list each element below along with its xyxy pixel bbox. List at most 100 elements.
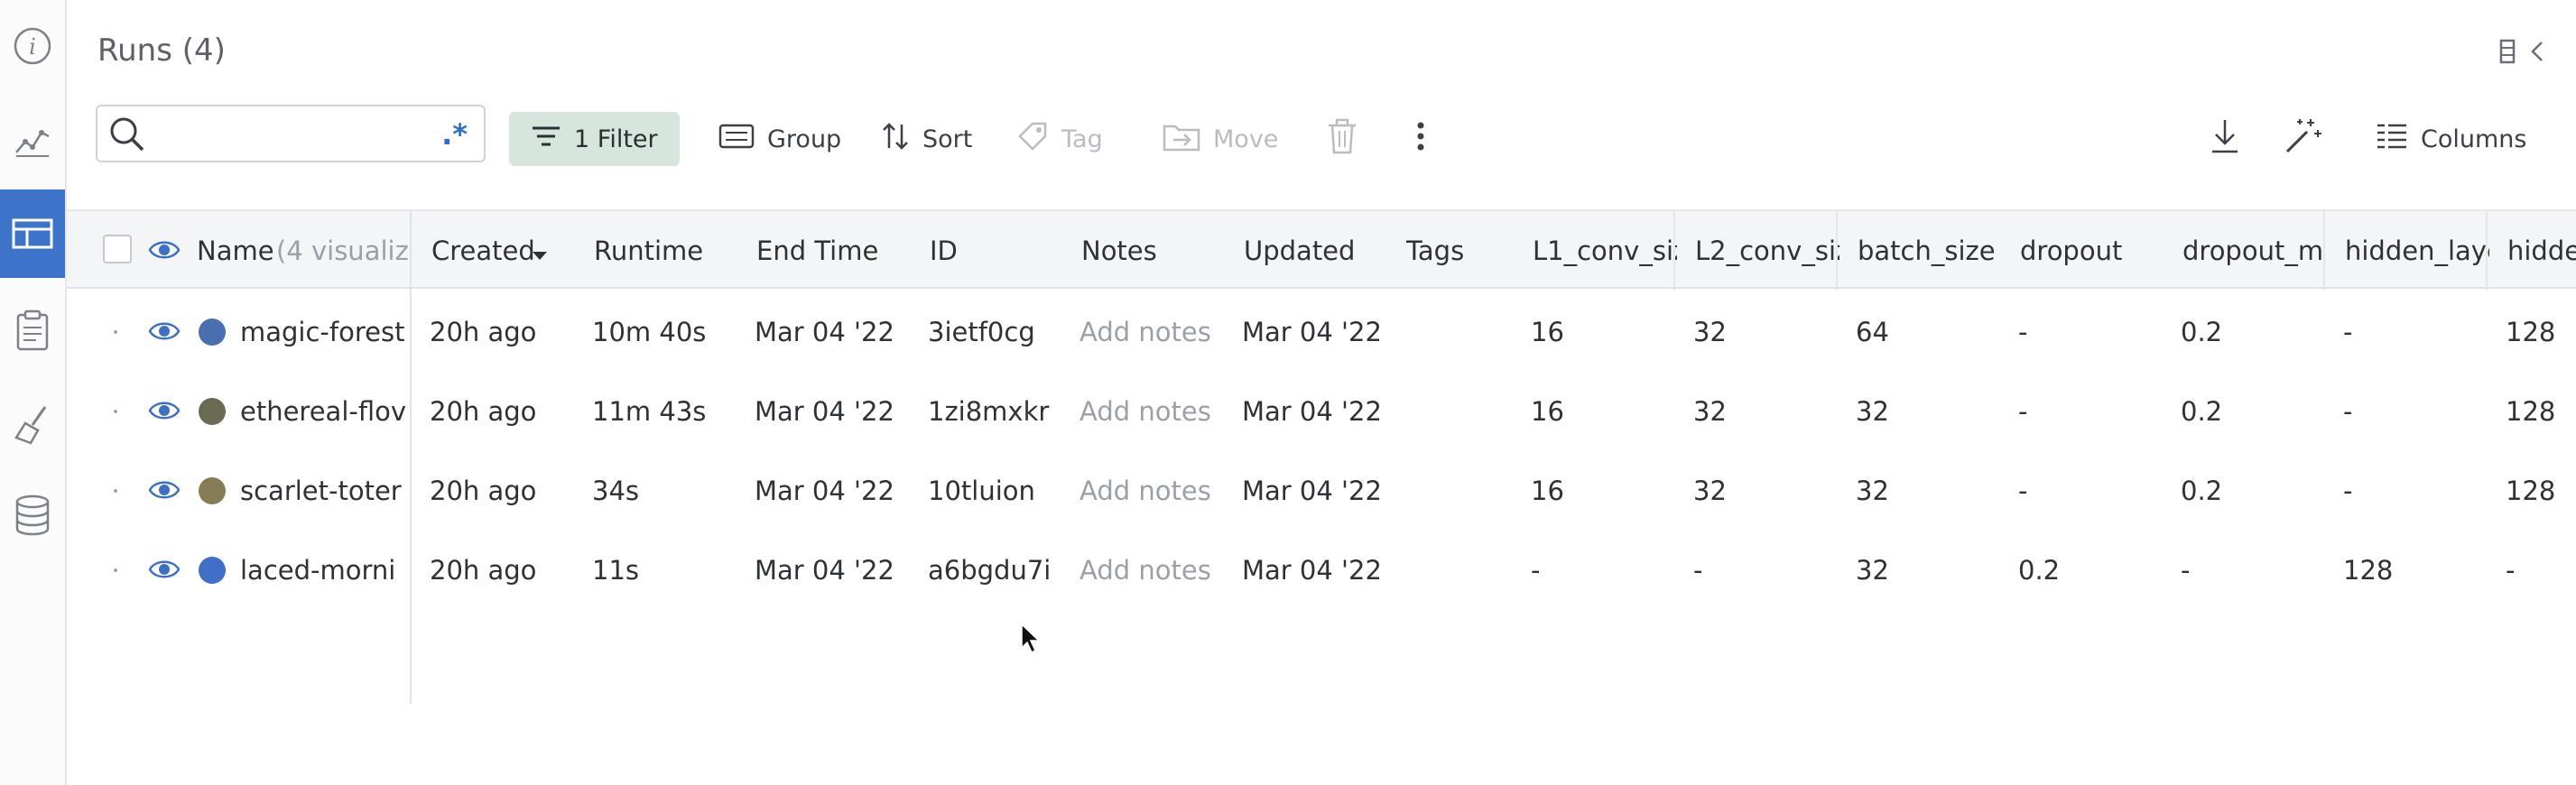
cell-end-time: Mar 04 '22 [755,555,894,586]
visibility-eye-icon[interactable] [148,476,181,507]
cell-l1-conv-size: 16 [1531,476,1564,506]
clipboard-icon[interactable] [0,287,65,375]
tag-button[interactable]: Tag [1016,112,1103,166]
search-icon [108,115,146,157]
cell-updated: Mar 04 '22 [1242,396,1382,427]
col-header-id[interactable]: ID [930,211,1020,291]
run-name[interactable]: magic-forest [240,292,408,372]
cell-notes[interactable]: Add notes [1080,372,1233,451]
cell-tags[interactable] [1404,531,1513,610]
cell-id: 1zi8mxkr [928,396,1050,427]
columns-button[interactable]: Columns [2376,112,2526,166]
columns-icon [2376,122,2408,157]
visibility-eye-icon[interactable] [148,236,181,267]
cell-id: 3ietf0cg [928,317,1035,347]
move-label: Move [1213,125,1279,153]
run-color-dot[interactable] [199,557,226,584]
table-row[interactable]: magic-forest 20h ago 10m 40s Mar 04 '22 … [67,292,2576,372]
cell-tags[interactable] [1404,292,1513,372]
select-all-checkbox[interactable] [103,235,132,263]
cell-hidden: 128 [2506,396,2556,427]
col-header-updated[interactable]: Updated [1244,211,1388,291]
cell-dropout-m: 0.2 [2181,476,2223,506]
cell-l1-conv-size: 16 [1531,317,1564,347]
run-color-dot[interactable] [199,477,226,504]
cell-dropout: 0.2 [2018,555,2061,586]
visibility-eye-icon[interactable] [148,397,181,428]
run-color-dot[interactable] [199,319,226,346]
left-rail: i [0,0,67,785]
database-icon[interactable] [0,471,65,559]
cell-tags[interactable] [1404,451,1513,531]
cell-l1-conv-size: 16 [1531,396,1564,427]
sort-label: Sort [922,125,973,153]
group-icon [718,123,755,156]
cell-hidden-layer: - [2343,396,2353,427]
col-header-notes[interactable]: Notes [1081,211,1208,291]
panel-layout-icon[interactable] [2498,38,2516,69]
cell-dropout-m: - [2181,555,2191,586]
visibility-eye-icon[interactable] [148,556,181,586]
cell-dropout: - [2018,476,2028,506]
sort-desc-caret-icon[interactable] [533,247,547,264]
collapse-chevron-icon[interactable] [2529,39,2545,68]
cell-l2-conv-size: - [1693,555,1703,586]
sweep-icon[interactable] [0,381,65,469]
tag-label: Tag [1061,125,1103,153]
search-input[interactable] [161,115,435,153]
page-title: Runs (4) [97,32,226,69]
cell-updated: Mar 04 '22 [1242,555,1382,586]
col-header-runtime[interactable]: Runtime [594,211,738,291]
run-color-dot[interactable] [199,398,226,425]
cell-l2-conv-size: 32 [1693,396,1727,427]
filter-button[interactable]: 1 Filter [509,112,680,166]
cell-l2-conv-size: 32 [1693,476,1727,506]
more-options-button[interactable] [1415,112,1426,166]
group-button[interactable]: Group [718,112,841,166]
col-header-dropout-m[interactable]: dropout_m [2182,211,2327,291]
col-header-hidden[interactable]: hidde [2507,211,2576,291]
table-icon[interactable] [0,189,65,278]
move-button[interactable]: Move [1163,112,1278,166]
cell-notes[interactable]: Add notes [1080,451,1233,531]
col-header-hidden-layer[interactable]: hidden_laye [2345,211,2489,291]
auto-visualize-button[interactable] [2284,112,2323,166]
cell-created: 20h ago [430,396,537,427]
col-header-end-time[interactable]: End Time [756,211,901,291]
move-icon [1163,121,1200,158]
col-header-batch-size[interactable]: batch_size [1858,211,2020,291]
col-header-tags[interactable]: Tags [1406,211,1515,291]
cell-runtime: 10m 40s [592,317,707,347]
col-header-created[interactable]: Created [431,211,543,291]
table-row[interactable]: laced-morni 20h ago 11s Mar 04 '22 a6bgd… [67,531,2576,610]
cell-l2-conv-size: 32 [1693,317,1727,347]
delete-button[interactable] [1327,112,1357,166]
run-name[interactable]: ethereal-flov [240,372,408,451]
run-name[interactable]: laced-morni [240,531,408,610]
visibility-eye-icon[interactable] [148,318,181,348]
cell-tags[interactable] [1404,372,1513,451]
cell-notes[interactable]: Add notes [1080,531,1233,610]
run-name[interactable]: scarlet-toter [240,451,408,531]
table-row[interactable]: scarlet-toter 20h ago 34s Mar 04 '22 10t… [67,451,2576,531]
col-header-dropout[interactable]: dropout [2020,211,2164,291]
cell-dropout-m: 0.2 [2181,317,2223,347]
table-row[interactable]: ethereal-flov 20h ago 11m 43s Mar 04 '22… [67,372,2576,451]
cell-hidden-layer: - [2343,317,2353,347]
chart-icon[interactable] [0,96,65,184]
cell-l1-conv-size: - [1531,555,1541,586]
search-box[interactable]: .* [96,105,486,162]
cell-runtime: 11m 43s [592,396,707,427]
col-header-l1-conv-size[interactable]: L1_conv_siz [1533,211,1677,291]
cell-hidden: 128 [2506,476,2556,506]
cell-batch-size: 32 [1856,555,1889,586]
cell-dropout: - [2018,396,2028,427]
cell-notes[interactable]: Add notes [1080,292,1233,372]
col-header-l2-conv-size[interactable]: L2_conv_siz [1695,211,1839,291]
table-header: Name (4 visualize Created Runtime End Ti… [67,209,2576,291]
sort-button[interactable]: Sort [881,112,972,166]
info-icon[interactable]: i [0,2,65,90]
download-button[interactable] [2210,112,2240,166]
regex-toggle[interactable]: .* [441,117,468,152]
filter-icon [531,124,561,155]
